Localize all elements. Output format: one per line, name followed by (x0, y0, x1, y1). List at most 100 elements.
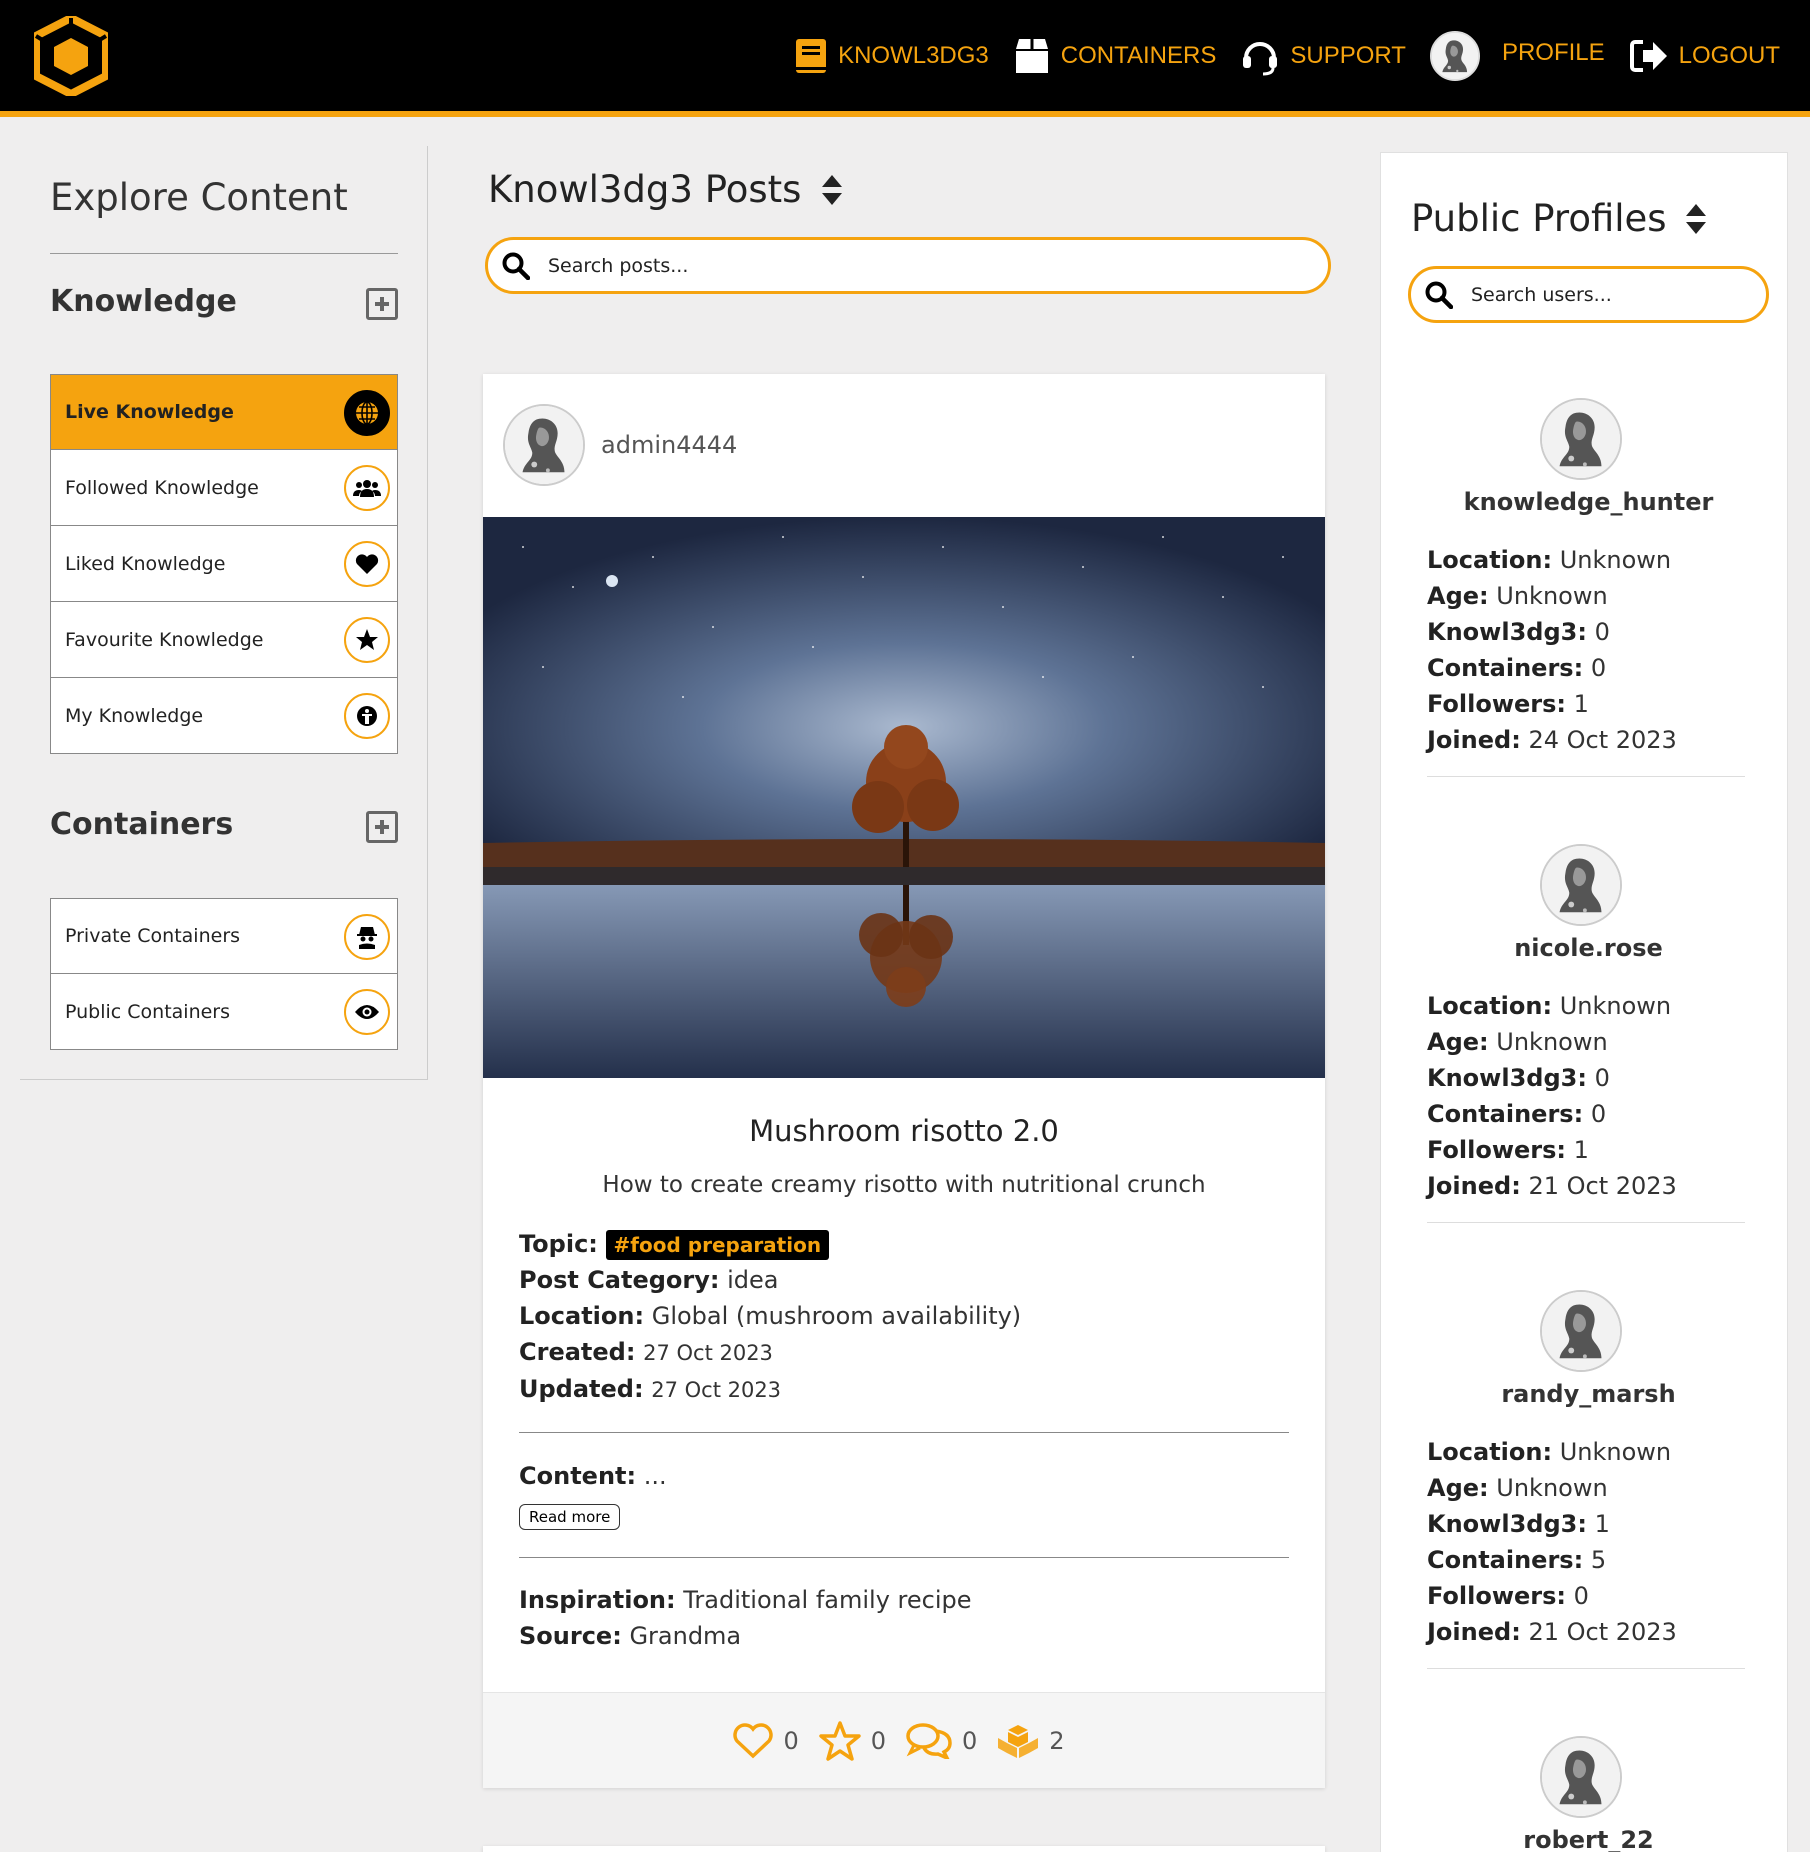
search-icon (502, 252, 530, 280)
profile-card[interactable]: nicole.rose Location: Unknown Age: Unkno… (1427, 844, 1745, 1223)
content-value: ... (643, 1462, 667, 1490)
post-meta: Topic: #food preparation Post Category: … (519, 1226, 1021, 1408)
favourite-count: 0 (870, 1726, 886, 1755)
location-label: Location: (519, 1302, 645, 1330)
containers-icon[interactable] (997, 1723, 1039, 1759)
like-icon[interactable] (733, 1722, 774, 1759)
stat-label: Joined: (1427, 1618, 1521, 1646)
location-value: Global (mushroom availability) (651, 1302, 1022, 1330)
updated-label: Updated: (519, 1375, 644, 1403)
stat-value: Unknown (1496, 1474, 1608, 1502)
comments-icon[interactable] (906, 1722, 952, 1759)
profile-card[interactable]: randy_marsh Location: Unknown Age: Unkno… (1427, 1290, 1745, 1669)
divider (1427, 1222, 1745, 1223)
stat-value: 1 (1594, 1510, 1610, 1538)
top-navbar: KNOWL3DG3 CONTAINERS SUPPORT PROFILE LOG… (0, 0, 1810, 117)
containers-heading: Containers (50, 807, 234, 842)
profile-card[interactable]: knowledge_hunter Location: Unknown Age: … (1427, 398, 1745, 777)
sort-icon[interactable] (821, 174, 843, 206)
profile-name[interactable]: randy_marsh (1432, 1380, 1745, 1408)
profile-card[interactable]: robert_22 (1427, 1736, 1745, 1852)
sidebar-item-private-containers[interactable]: Private Containers (50, 898, 398, 974)
avatar (1540, 844, 1622, 926)
sidebar-item-public-containers[interactable]: Public Containers (50, 974, 398, 1050)
search-posts-input[interactable] (548, 254, 1209, 277)
sidebar-item-favourite-knowledge[interactable]: Favourite Knowledge (50, 602, 398, 678)
sidebar-item-followed-knowledge[interactable]: Followed Knowledge (50, 450, 398, 526)
star-icon (344, 617, 390, 663)
sidebar-item-label: Favourite Knowledge (65, 628, 264, 651)
stat-value: Unknown (1496, 582, 1608, 610)
post-image[interactable] (483, 517, 1325, 1078)
favourite-icon[interactable] (818, 1720, 861, 1761)
box-icon (1015, 39, 1048, 73)
book-icon (796, 39, 827, 73)
stat-value: 0 (1590, 654, 1607, 682)
sidebar-item-live-knowledge[interactable]: Live Knowledge (50, 374, 398, 450)
stat-label: Followers: (1427, 1136, 1567, 1164)
add-knowledge-button[interactable] (366, 288, 398, 320)
post-actions: 0 0 0 2 (483, 1692, 1325, 1788)
profiles-title: Public Profiles (1411, 197, 1667, 240)
sidebar-item-my-knowledge[interactable]: My Knowledge (50, 678, 398, 754)
stat-label: Knowl3dg3: (1427, 618, 1587, 646)
nav-logout-label: LOGOUT (1678, 42, 1780, 69)
spy-icon (344, 914, 390, 960)
nav-knowl3dg3[interactable]: KNOWL3DG3 (794, 37, 989, 75)
divider (519, 1432, 1289, 1433)
post-author[interactable]: admin4444 (503, 404, 737, 486)
avatar (503, 404, 585, 486)
stat-label: Followers: (1427, 1582, 1567, 1610)
nav-support-label: SUPPORT (1290, 42, 1406, 69)
divider (1427, 776, 1745, 777)
stat-label: Age: (1427, 1028, 1489, 1056)
stat-label: Age: (1427, 1474, 1489, 1502)
source-label: Source: (519, 1622, 622, 1650)
stat-label: Containers: (1427, 1546, 1584, 1574)
profile-stats: Location: Unknown Age: Unknown Knowl3dg3… (1427, 1434, 1745, 1650)
stat-value: 0 (1590, 1100, 1607, 1128)
stat-value: 0 (1573, 1582, 1589, 1610)
post-card: admin4444 Mushroom risotto 2.0 How to cr… (483, 374, 1325, 1788)
stat-label: Joined: (1427, 726, 1521, 754)
nav-profile[interactable]: PROFILE (1429, 31, 1605, 81)
sidebar-item-liked-knowledge[interactable]: Liked Knowledge (50, 526, 398, 602)
category-value: idea (727, 1266, 779, 1294)
nav-profile-label: PROFILE (1501, 39, 1605, 66)
nav-support[interactable]: SUPPORT (1240, 36, 1406, 76)
created-label: Created: (519, 1338, 636, 1366)
inspiration-label: Inspiration: (519, 1586, 676, 1614)
posts-header: Knowl3dg3 Posts (488, 168, 843, 211)
profile-stats: Location: Unknown Age: Unknown Knowl3dg3… (1427, 988, 1745, 1204)
sort-icon[interactable] (1685, 203, 1707, 235)
profile-name[interactable]: knowledge_hunter (1432, 488, 1745, 516)
read-more-button[interactable]: Read more (519, 1504, 621, 1530)
containers-list: Private Containers Public Containers (50, 898, 398, 1050)
updated-value: 27 Oct 2023 (651, 1378, 782, 1402)
stat-value: Unknown (1559, 1438, 1672, 1466)
containers-count: 2 (1049, 1726, 1065, 1755)
post-search-bar (485, 237, 1331, 294)
search-users-input[interactable] (1471, 283, 1744, 306)
heart-icon (344, 541, 390, 587)
sidebar-item-label: Live Knowledge (65, 401, 234, 423)
topic-tag[interactable]: #food preparation (605, 1230, 830, 1260)
stat-value: Unknown (1559, 992, 1672, 1020)
nav-logout[interactable]: LOGOUT (1629, 38, 1780, 74)
headset-icon (1243, 42, 1278, 76)
stat-value: 24 Oct 2023 (1528, 726, 1677, 754)
add-container-button[interactable] (366, 811, 398, 843)
profile-name[interactable]: robert_22 (1432, 1826, 1745, 1852)
brand-logo[interactable] (32, 13, 110, 99)
post-content: Content: ... (519, 1458, 667, 1494)
stat-label: Location: (1427, 992, 1553, 1020)
author-name: admin4444 (601, 431, 738, 459)
sidebar-title: Explore Content (50, 176, 348, 219)
topic-label: Topic: (519, 1230, 598, 1258)
nav-containers[interactable]: CONTAINERS (1013, 37, 1216, 75)
logout-icon (1629, 40, 1667, 72)
profile-stats: Location: Unknown Age: Unknown Knowl3dg3… (1427, 542, 1745, 758)
profiles-header: Public Profiles (1411, 197, 1707, 240)
stat-value: 21 Oct 2023 (1528, 1618, 1677, 1646)
profile-name[interactable]: nicole.rose (1432, 934, 1745, 962)
